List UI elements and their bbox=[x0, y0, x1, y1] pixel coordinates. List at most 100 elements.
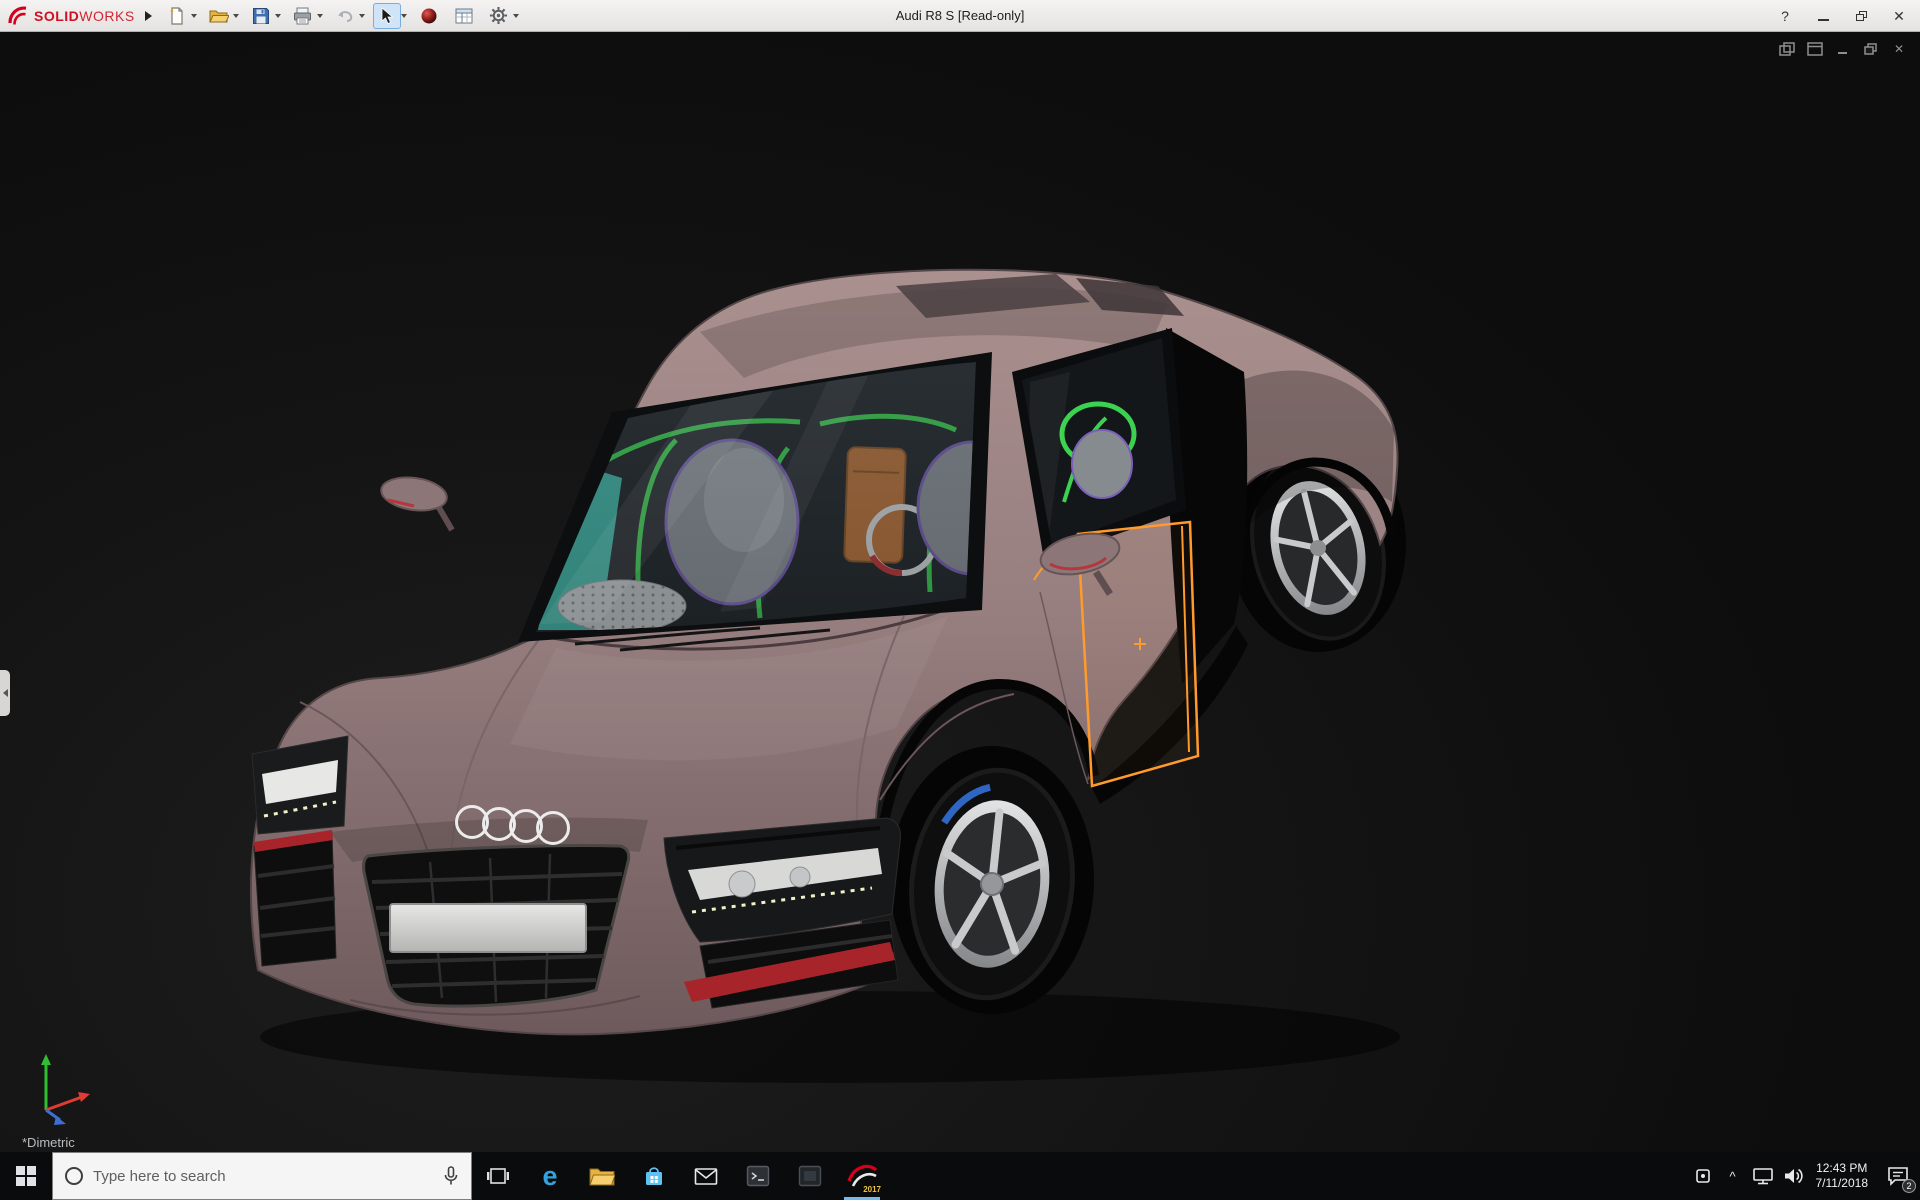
model-scene bbox=[0, 32, 1920, 1152]
select-menu-caret[interactable] bbox=[401, 14, 407, 18]
taskbar-search[interactable] bbox=[52, 1152, 472, 1200]
select-tool-button[interactable] bbox=[374, 4, 400, 28]
graphics-viewport[interactable]: ✕ *Dimetric bbox=[0, 32, 1920, 1152]
new-document-button[interactable] bbox=[164, 4, 190, 28]
doc-close-button[interactable]: ✕ bbox=[1888, 40, 1910, 58]
design-table-icon bbox=[455, 8, 473, 24]
pinned-app-2-icon bbox=[798, 1165, 822, 1187]
appearance-button[interactable] bbox=[416, 4, 442, 28]
tile-window-icon bbox=[1807, 42, 1823, 56]
open-group bbox=[204, 3, 241, 29]
help-button[interactable]: ? bbox=[1766, 2, 1804, 30]
tile-window-button[interactable] bbox=[1804, 40, 1826, 58]
titlebar: SOLIDWORKS bbox=[0, 0, 1920, 32]
undo-menu-caret[interactable] bbox=[359, 14, 365, 18]
start-button[interactable] bbox=[0, 1152, 52, 1200]
window-controls: ? ✕ bbox=[1766, 0, 1918, 32]
brand-wordmark: SOLIDWORKS bbox=[34, 8, 135, 24]
menu-expand-arrow-icon[interactable] bbox=[145, 11, 152, 21]
windshield[interactable] bbox=[515, 350, 1026, 650]
close-button[interactable]: ✕ bbox=[1880, 2, 1918, 30]
taskbar-solidworks-button[interactable]: 2017 bbox=[836, 1152, 888, 1200]
search-icon bbox=[65, 1167, 83, 1185]
edge-icon: e bbox=[542, 1163, 557, 1190]
orientation-triad-icon bbox=[22, 1046, 106, 1130]
action-center-button[interactable]: 2 bbox=[1876, 1152, 1920, 1200]
taskbar-store-button[interactable] bbox=[628, 1152, 680, 1200]
doc-restore-button[interactable] bbox=[1860, 40, 1882, 58]
microphone-icon[interactable] bbox=[443, 1166, 459, 1186]
appearance-group bbox=[414, 3, 444, 29]
undo-arrow-icon bbox=[336, 8, 354, 24]
save-floppy-icon bbox=[252, 7, 270, 25]
taskbar-pinned-app-1-button[interactable] bbox=[732, 1152, 784, 1200]
document-window-controls: ✕ bbox=[1776, 40, 1910, 58]
taskbar-clock[interactable]: 12:43 PM 7/11/2018 bbox=[1808, 1161, 1877, 1191]
left-intake bbox=[254, 830, 336, 966]
appearance-sphere-icon bbox=[420, 7, 438, 25]
taskbar-file-explorer-button[interactable] bbox=[576, 1152, 628, 1200]
left-mirror[interactable] bbox=[379, 474, 452, 530]
windows-logo-icon bbox=[15, 1165, 37, 1187]
left-headlight[interactable] bbox=[252, 736, 348, 834]
restore-icon bbox=[1856, 11, 1867, 21]
store-bag-icon bbox=[642, 1164, 666, 1188]
tray-app-icon bbox=[1695, 1168, 1711, 1184]
mail-envelope-icon bbox=[694, 1167, 718, 1186]
solidworks-app-icon: 2017 bbox=[845, 1159, 879, 1193]
windows-taskbar: e bbox=[0, 1152, 1920, 1200]
minimize-button[interactable] bbox=[1804, 2, 1842, 30]
screen: SOLIDWORKS bbox=[0, 0, 1920, 1200]
front-wheel[interactable] bbox=[890, 746, 1094, 1014]
design-table-button[interactable] bbox=[451, 4, 477, 28]
new-window-icon bbox=[1779, 42, 1795, 56]
system-tray: ^ 12:43 PM 7/11/2018 bbox=[1688, 1152, 1920, 1200]
select-cursor-icon bbox=[380, 7, 394, 25]
undo-button[interactable] bbox=[332, 4, 358, 28]
tray-app-button[interactable] bbox=[1688, 1152, 1718, 1200]
open-button[interactable] bbox=[206, 4, 232, 28]
taskbar-pinned-app-2-button[interactable] bbox=[784, 1152, 836, 1200]
design-table-group bbox=[449, 3, 479, 29]
options-menu-caret[interactable] bbox=[513, 14, 519, 18]
new-document-group bbox=[162, 3, 199, 29]
doc-minimize-icon bbox=[1837, 43, 1849, 55]
file-explorer-icon bbox=[589, 1165, 615, 1187]
license-plate bbox=[390, 904, 586, 952]
open-folder-icon bbox=[209, 7, 229, 25]
volume-button[interactable] bbox=[1778, 1152, 1808, 1200]
undo-group bbox=[330, 3, 367, 29]
doc-minimize-button[interactable] bbox=[1832, 40, 1854, 58]
taskbar-mail-button[interactable] bbox=[680, 1152, 732, 1200]
options-group bbox=[484, 3, 521, 29]
select-group bbox=[372, 3, 409, 29]
brand-solid: SOLID bbox=[34, 8, 79, 24]
network-icon bbox=[1752, 1166, 1774, 1186]
main-toolbar bbox=[162, 3, 521, 29]
view-orientation-label: *Dimetric bbox=[22, 1135, 75, 1150]
new-document-menu-caret[interactable] bbox=[191, 14, 197, 18]
tray-overflow-chevron[interactable]: ^ bbox=[1718, 1152, 1748, 1200]
restore-button[interactable] bbox=[1842, 2, 1880, 30]
speaker-icon bbox=[1782, 1166, 1804, 1186]
save-button[interactable] bbox=[248, 4, 274, 28]
print-menu-caret[interactable] bbox=[317, 14, 323, 18]
print-button[interactable] bbox=[290, 4, 316, 28]
new-window-button[interactable] bbox=[1776, 40, 1798, 58]
task-pane-collapse-tab[interactable] bbox=[0, 670, 10, 716]
brand-works: WORKS bbox=[79, 8, 134, 24]
open-menu-caret[interactable] bbox=[233, 14, 239, 18]
new-document-icon bbox=[168, 7, 186, 25]
solidworks-logo-icon bbox=[6, 4, 30, 28]
save-group bbox=[246, 3, 283, 29]
options-button[interactable] bbox=[486, 4, 512, 28]
notification-count-badge: 2 bbox=[1902, 1179, 1916, 1193]
network-button[interactable] bbox=[1748, 1152, 1778, 1200]
options-gear-icon bbox=[489, 6, 508, 25]
save-menu-caret[interactable] bbox=[275, 14, 281, 18]
print-icon bbox=[293, 7, 312, 25]
taskbar-edge-button[interactable]: e bbox=[524, 1152, 576, 1200]
search-input[interactable] bbox=[93, 1168, 433, 1185]
task-view-button[interactable] bbox=[472, 1152, 524, 1200]
clock-time: 12:43 PM bbox=[1816, 1161, 1869, 1176]
